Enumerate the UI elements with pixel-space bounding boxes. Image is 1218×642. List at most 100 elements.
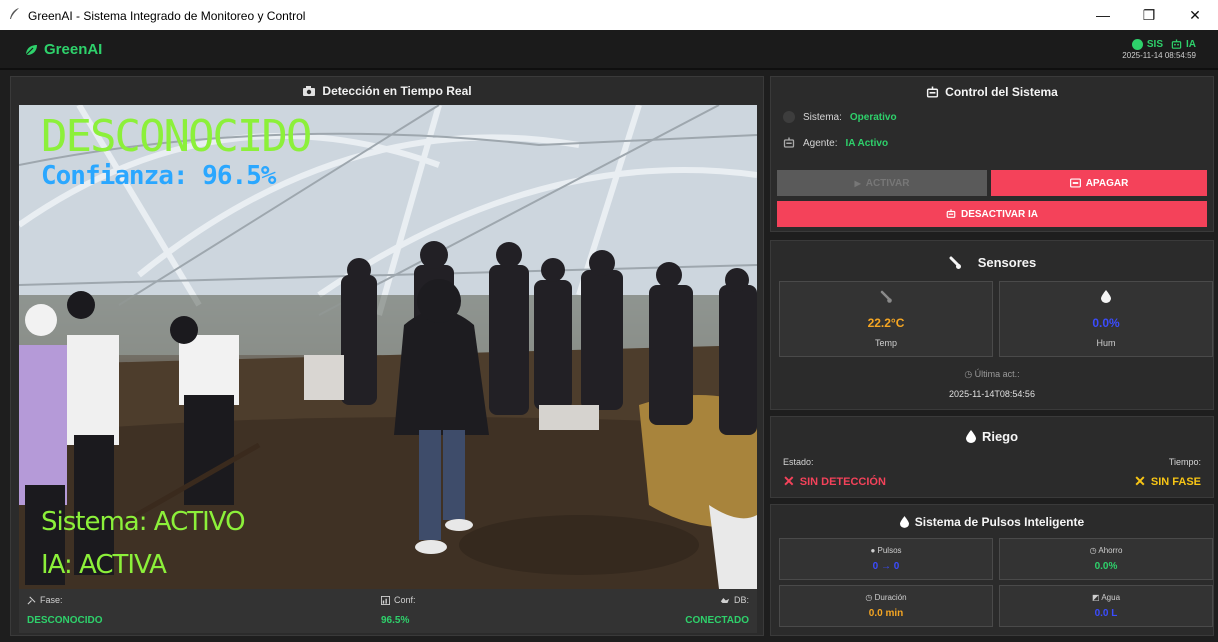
ahorro-label-text: Ahorro [1098,546,1123,555]
control-title-text: Control del Sistema [945,85,1058,99]
restore-button[interactable]: ❐ [1126,0,1172,30]
ia-status-overlay: IA: ACTIVA [41,550,167,580]
sis-status: SIS [1131,39,1163,50]
hum-value: 0.0% [1092,316,1120,330]
ia-label: IA [1186,39,1196,50]
status-dot-icon [1131,39,1143,50]
brand: GreenAI [24,41,102,58]
camera-footer: Fase: DESCONOCIDO Conf: 96.5% DB: CONECT… [19,589,757,633]
power-icon [1069,178,1081,188]
fase-value: DESCONOCIDO [27,615,103,626]
pulsos-card: ● Pulsos 0 → 0 [779,538,993,580]
conf-value: 96.5% [381,615,410,626]
chart-icon [381,595,390,605]
play-icon: ▶ [854,178,861,188]
sistema-value: Operativo [849,111,897,123]
duracion-value: 0.0 min [868,608,904,619]
hum-label: Hum [1096,338,1116,348]
fase-label: Fase: [27,595,63,605]
sis-label: SIS [1146,39,1163,50]
pulsos-label-text: Pulsos [877,546,902,555]
ia-status: IA [1171,39,1196,50]
duracion-label: ◷ Duración [780,593,992,602]
hum-card: 0.0% Hum [999,281,1213,357]
sensors-panel: Sensores 22.2°C Temp 0.0% Hum ◷ Última a… [770,240,1214,410]
x-icon: ✕ [783,473,795,489]
apagar-button[interactable]: APAGAR [991,170,1207,196]
db-label-text: DB: [733,595,749,605]
clock-icon: ◷ [964,369,975,379]
camera-title-text: Detección en Tiempo Real [322,84,472,98]
detection-class-overlay: DESCONOCIDO [41,111,312,162]
conf-label: Conf: [381,595,416,605]
stopwatch-icon: ◷ [865,593,875,602]
duracion-card: ◷ Duración 0.0 min [779,585,993,627]
robot-icon [783,137,795,148]
riego-panel: Riego Estado: ✕ SIN DETECCIÓN Tiempo: ✕ … [770,416,1214,498]
leaf-icon [25,44,37,55]
pulsos-title: Sistema de Pulsos Inteligente [771,515,1213,529]
db-value: CONECTADO [685,615,749,626]
window-title: GreenAI - Sistema Integrado de Monitoreo… [28,9,306,23]
fase-label-text: Fase: [40,595,63,605]
activar-label: ACTIVAR [865,177,910,189]
agente-label: Agente: [803,137,838,149]
status-indicators: SIS IA 2025-11-14 08:54:59 [1096,39,1196,59]
water-drop-icon [965,430,976,443]
brand-name: GreenAI [44,41,103,58]
robot-icon [946,209,956,218]
system-status-overlay: Sistema: ACTIVO [41,507,246,537]
agua-label-text: Agua [1101,593,1121,602]
apagar-label: APAGAR [1085,177,1129,189]
gauge-icon: ◩ [1091,593,1102,602]
water-drop-icon [1101,290,1111,303]
robot-icon [1171,39,1182,49]
estado-value-text: SIN DETECCIÓN [799,475,886,488]
pulsos-value: 0 → 0 [872,561,900,572]
close-button[interactable]: ✕ [1172,0,1218,30]
temp-card: 22.2°C Temp [779,281,993,357]
agente-status-row: Agente: IA Activo [783,137,888,149]
tiempo-label: Tiempo: [1168,457,1201,467]
thermometer-icon [949,256,961,269]
satellite-icon [27,596,36,604]
agua-label: ◩ Agua [1000,593,1212,602]
control-title: Control del Sistema [771,85,1213,99]
temp-value: 22.2°C [867,316,905,330]
control-panel: Control del Sistema Sistema: Operativo A… [770,76,1214,232]
sistema-status-row: Sistema: Operativo [783,111,897,123]
activar-button[interactable]: ▶ ACTIVAR [777,170,987,196]
database-icon [720,597,730,603]
last-update-value: 2025-11-14T08:54:56 [949,389,1035,399]
thermometer-icon [880,290,892,303]
db-label: DB: [720,595,749,605]
ahorro-card: ◷ Ahorro 0.0% [999,538,1213,580]
ahorro-value: 0.0% [1094,561,1118,572]
estado-label: Estado: [783,457,814,467]
robot-icon [927,86,939,98]
agua-card: ◩ Agua 0.0 L [999,585,1213,627]
last-update-label: ◷ Última act.: [771,369,1213,380]
camera-title: Detección en Tiempo Real [11,77,763,105]
tiempo-value-text: SIN FASE [1150,475,1201,488]
desactivar-ia-button[interactable]: DESACTIVAR IA [777,201,1207,227]
conf-label-text: Conf: [394,595,416,605]
sistema-label: Sistema: [803,111,842,123]
minimize-button[interactable]: — [1080,0,1126,30]
app-header: GreenAI SIS IA 2025-11-14 08:54:59 [0,30,1218,70]
desactivar-ia-label: DESACTIVAR IA [960,208,1039,220]
pulsos-title-text: Sistema de Pulsos Inteligente [914,515,1085,529]
agua-value: 0.0 L [1094,608,1118,619]
agente-value: IA Activo [845,137,889,149]
sensors-title: Sensores [771,255,1213,270]
camera-panel: Detección en Tiempo Real DESCONOCIDO Con… [10,76,764,636]
sensors-title-text: Sensores [977,255,1037,270]
estado-value: ✕ SIN DETECCIÓN [783,473,886,490]
x-icon: ✕ [1134,473,1146,489]
header-timestamp: 2025-11-14 08:54:59 [1122,51,1196,59]
water-drop-icon [899,516,909,528]
camera-feed: DESCONOCIDO Confianza: 96.5% Sistema: AC… [19,105,757,589]
duracion-label-text: Duración [874,593,907,602]
window-titlebar: GreenAI - Sistema Integrado de Monitoreo… [0,0,1218,30]
camera-icon [303,86,316,96]
